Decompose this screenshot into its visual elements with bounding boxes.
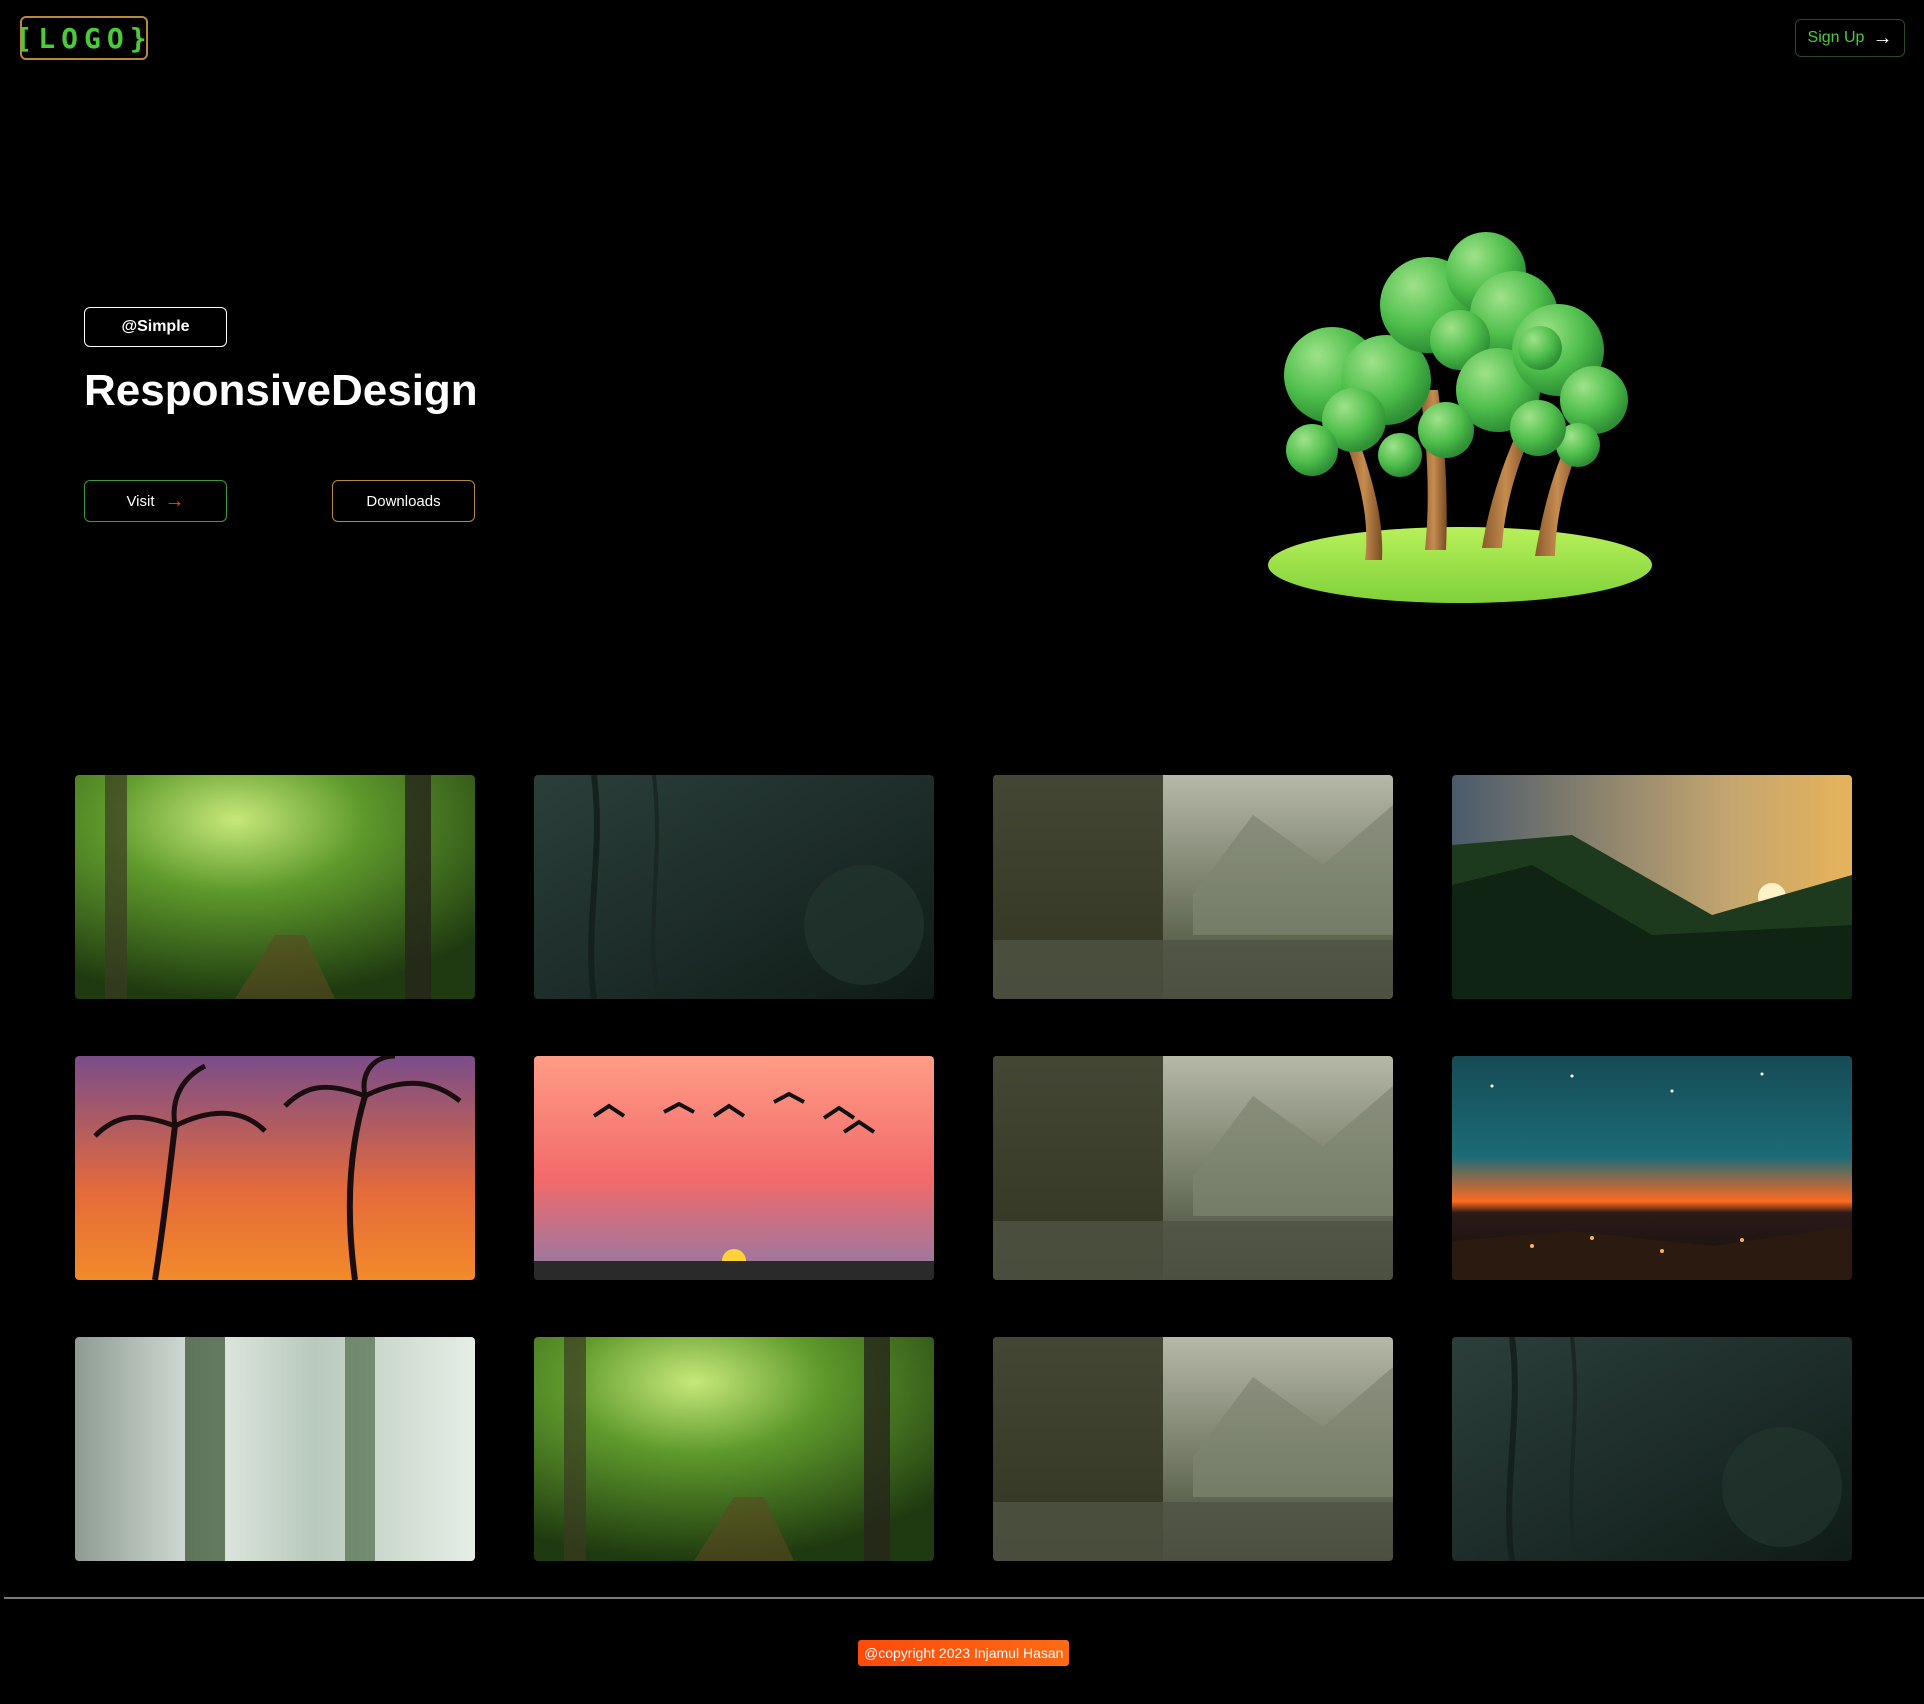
dark-jungle-image[interactable] xyxy=(1452,1337,1852,1561)
blurred-forest-image[interactable] xyxy=(75,1337,475,1561)
downloads-button[interactable]: Downloads xyxy=(332,480,475,522)
arrow-right-icon: → xyxy=(1872,27,1893,49)
forest-path-image[interactable] xyxy=(75,775,475,999)
hero-tag: @Simple xyxy=(84,307,227,347)
tree-island-illustration xyxy=(1268,232,1652,603)
visit-label: Visit xyxy=(126,492,155,510)
hero-title: ResponsiveDesign xyxy=(84,366,478,415)
page: [LOGO} Sign Up → @Simple ResponsiveDesig… xyxy=(0,0,1924,1704)
misty-lake-tree-image[interactable] xyxy=(993,1056,1393,1280)
mountain-sunset-forest-image[interactable] xyxy=(1452,775,1852,999)
birds-sunset-image[interactable] xyxy=(534,1056,934,1280)
image-gallery xyxy=(75,775,1853,1561)
downloads-label: Downloads xyxy=(366,492,441,510)
signup-button[interactable]: Sign Up → xyxy=(1795,19,1905,57)
arrow-right-icon: → xyxy=(164,490,185,512)
footer-divider xyxy=(4,1597,1924,1599)
palm-tree-sunset-image[interactable] xyxy=(75,1056,475,1280)
misty-lake-tree-image[interactable] xyxy=(993,775,1393,999)
misty-lake-tree-image[interactable] xyxy=(993,1337,1393,1561)
signup-label: Sign Up xyxy=(1807,29,1865,46)
copyright-badge: @copyright 2023 Injamul Hasan xyxy=(858,1640,1070,1666)
night-city-lights-image[interactable] xyxy=(1452,1056,1852,1280)
logo[interactable]: [LOGO} xyxy=(15,16,148,60)
dark-jungle-image[interactable] xyxy=(534,775,934,999)
visit-button[interactable]: Visit → xyxy=(84,480,227,522)
forest-path-image[interactable] xyxy=(534,1337,934,1561)
